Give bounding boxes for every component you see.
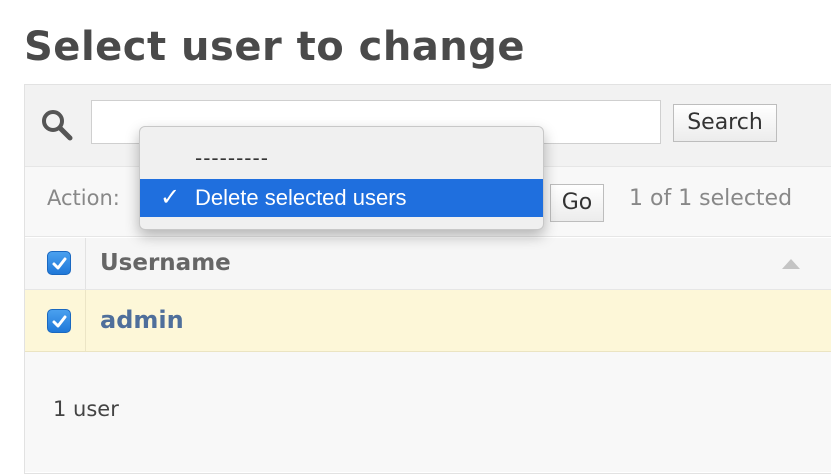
check-icon: ✓ — [160, 184, 181, 211]
row-checkbox[interactable] — [47, 309, 71, 333]
results-footer — [25, 352, 831, 472]
selection-count: 1 of 1 selected — [629, 186, 793, 211]
checkmark-icon — [52, 257, 67, 270]
dropdown-option-blank[interactable]: --------- — [140, 141, 543, 175]
dropdown-option-delete-selected[interactable]: ✓ Delete selected users — [140, 179, 543, 217]
select-all-checkbox[interactable] — [47, 251, 71, 275]
checkmark-icon — [52, 315, 67, 328]
column-header-username[interactable]: Username — [100, 250, 231, 276]
page-title: Select user to change — [24, 24, 526, 70]
search-button[interactable]: Search — [673, 104, 777, 142]
action-label: Action: — [47, 186, 120, 210]
column-divider — [85, 290, 86, 351]
column-divider — [85, 238, 86, 289]
dropdown-option-label: Delete selected users — [195, 185, 407, 210]
go-button[interactable]: Go — [550, 184, 604, 222]
result-count: 1 user — [53, 397, 119, 421]
action-dropdown-menu: --------- ✓ Delete selected users — [139, 126, 544, 230]
sort-ascending-icon[interactable] — [782, 259, 800, 269]
search-icon — [42, 110, 73, 141]
username-link[interactable]: admin — [100, 306, 184, 334]
